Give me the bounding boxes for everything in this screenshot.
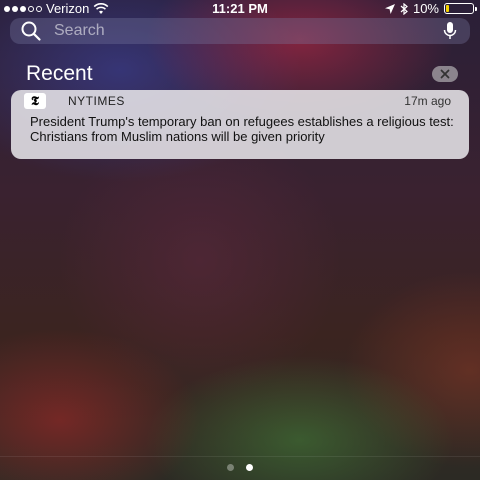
nytimes-app-icon: 𝕿 <box>24 93 46 109</box>
divider <box>0 456 480 457</box>
notification-header: 𝕿 NYTIMES <box>11 90 469 112</box>
recent-heading: Recent <box>26 62 93 85</box>
notification-time: 17m ago <box>404 94 451 108</box>
search-icon <box>21 21 41 41</box>
battery-level-fill <box>446 5 449 12</box>
status-bar: Verizon 11:21 PM 10% <box>0 0 480 18</box>
search-input[interactable]: Search <box>54 22 442 40</box>
battery-percent: 10% <box>412 1 439 16</box>
clear-recent-button[interactable] <box>432 66 458 82</box>
close-icon <box>440 69 450 79</box>
notification-app-name: NYTIMES <box>68 94 125 108</box>
notification-card[interactable]: 𝕿 NYTIMES 17m ago President Trump's temp… <box>11 90 469 159</box>
bluetooth-icon <box>400 2 408 15</box>
notification-body: President Trump's temporary ban on refug… <box>30 114 454 144</box>
page-dot <box>227 464 234 471</box>
page-dot-active <box>246 464 253 471</box>
status-right: 10% <box>384 1 477 16</box>
mic-icon[interactable] <box>442 21 458 41</box>
location-icon <box>384 3 395 14</box>
battery-icon <box>444 3 477 14</box>
search-bar[interactable]: Search <box>10 18 470 44</box>
page-indicator[interactable] <box>0 464 480 471</box>
